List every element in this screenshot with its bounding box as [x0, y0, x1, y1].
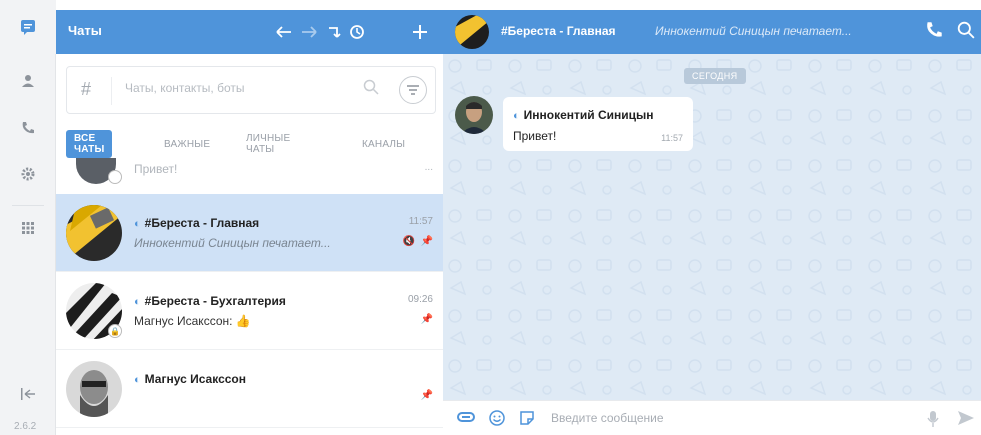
message-time: 11:57	[661, 133, 683, 143]
chat-preview: Привет!	[134, 162, 178, 176]
apps-grid-icon[interactable]	[18, 218, 38, 238]
channel-icon: ◐	[134, 218, 141, 230]
chat-name: ◐ Магнус Исакссон	[134, 372, 246, 386]
chat-time: ...	[424, 162, 433, 173]
conversation-title: #Береста - Главная	[501, 24, 616, 38]
channel-icon: ◐	[513, 110, 520, 122]
chat-icon	[21, 20, 35, 35]
message-author-text: Иннокентий Синицын	[523, 108, 654, 122]
collapse-left-icon[interactable]	[18, 384, 38, 404]
search-input[interactable]	[125, 81, 355, 95]
attach-icon[interactable]	[457, 410, 475, 428]
chats-nav-button[interactable]	[0, 0, 56, 54]
message-bubble[interactable]: ◐ Иннокентий Синицын Привет! 11:57	[503, 97, 693, 151]
back-arrow-icon[interactable]	[273, 21, 295, 43]
tab-all-chats[interactable]: ВСЕ ЧАТЫ	[66, 130, 113, 158]
message-input-bar	[443, 400, 981, 435]
chat-name-text: #Береста - Бухгалтерия	[144, 294, 286, 308]
tab-important[interactable]: ВАЖНЫЕ	[164, 130, 210, 158]
filter-icon	[407, 85, 419, 95]
message-input[interactable]	[551, 411, 911, 425]
list-item[interactable]: 🔒 ◐ #Береста - Бухгалтерия Магнус Исакссо…	[56, 272, 443, 350]
muted-icon: 🔇	[402, 236, 415, 247]
chat-preview: Магнус Исакссон: 👍	[134, 314, 251, 328]
pin-icon: 📌	[420, 236, 433, 247]
date-badge: СЕГОДНЯ	[684, 68, 746, 84]
sticker-icon[interactable]	[519, 410, 535, 431]
list-item[interactable]: ◐ Магнус Исакссон 📌	[56, 350, 443, 428]
settings-icon[interactable]	[18, 164, 38, 184]
message-area: СЕГОДНЯ ◐ Иннокентий Синицын Привет! 11:5…	[443, 54, 981, 400]
search-box: #	[66, 66, 436, 114]
chat-name: ◐ #Береста - Главная	[134, 216, 259, 230]
chat-list: Привет! ... ◐ #Береста - Главная Иннокент…	[56, 158, 443, 435]
message-text: Привет!	[513, 129, 557, 143]
avatar	[66, 361, 122, 417]
avatar[interactable]	[455, 96, 493, 134]
typing-indicator: Иннокентий Синицын печатает...	[655, 24, 852, 38]
channel-icon: ◐	[134, 296, 141, 308]
chat-time: 09:26	[407, 294, 433, 305]
tab-personal-chats[interactable]: ЛИЧНЫЕ ЧАТЫ	[246, 130, 290, 158]
microphone-icon[interactable]	[927, 410, 939, 433]
hashtag-icon[interactable]: #	[81, 79, 91, 100]
contacts-icon[interactable]	[18, 71, 38, 91]
chat-name-text: #Береста - Главная	[144, 216, 260, 230]
chat-name-text: Магнус Исакссон	[144, 372, 246, 386]
lock-icon: 🔒	[108, 324, 122, 338]
list-item[interactable]: Привет! ...	[56, 158, 443, 194]
channel-icon: ◐	[134, 374, 141, 386]
phone-icon[interactable]	[925, 21, 943, 44]
history-icon[interactable]	[346, 21, 368, 43]
pin-icon: 📌	[420, 314, 433, 325]
send-icon[interactable]	[957, 410, 975, 431]
conversation-header: #Береста - Главная Иннокентий Синицын пе…	[443, 10, 981, 54]
lock-icon	[108, 170, 122, 184]
search-divider	[111, 77, 112, 105]
forward-arrow-icon[interactable]	[298, 21, 320, 43]
pin-icon: 📌	[420, 390, 433, 401]
emoji-icon[interactable]	[489, 410, 505, 431]
chat-time: 11:57	[408, 216, 433, 227]
chats-header: Чаты	[56, 10, 443, 54]
filter-button[interactable]	[399, 76, 427, 104]
tab-channels[interactable]: КАНАЛЫ	[362, 130, 405, 158]
avatar	[66, 205, 122, 261]
chat-preview: Иннокентий Синицын печатает...	[134, 236, 331, 250]
chats-title: Чаты	[68, 23, 102, 38]
search-icon[interactable]	[957, 21, 975, 44]
app-version: 2.6.2	[14, 421, 37, 432]
left-rail: 2.6.2	[0, 0, 56, 435]
search-icon[interactable]	[363, 79, 379, 100]
chat-name: ◐ #Береста - Бухгалтерия	[134, 294, 286, 308]
avatar[interactable]	[455, 15, 489, 49]
plus-icon[interactable]	[409, 21, 431, 43]
calls-icon[interactable]	[18, 118, 38, 138]
list-item[interactable]: ◐ #Береста - Главная Иннокентий Синицын п…	[56, 194, 443, 272]
rail-divider	[12, 205, 44, 206]
message-author: ◐ Иннокентий Синицын	[513, 108, 654, 122]
reply-icon[interactable]	[323, 21, 345, 43]
